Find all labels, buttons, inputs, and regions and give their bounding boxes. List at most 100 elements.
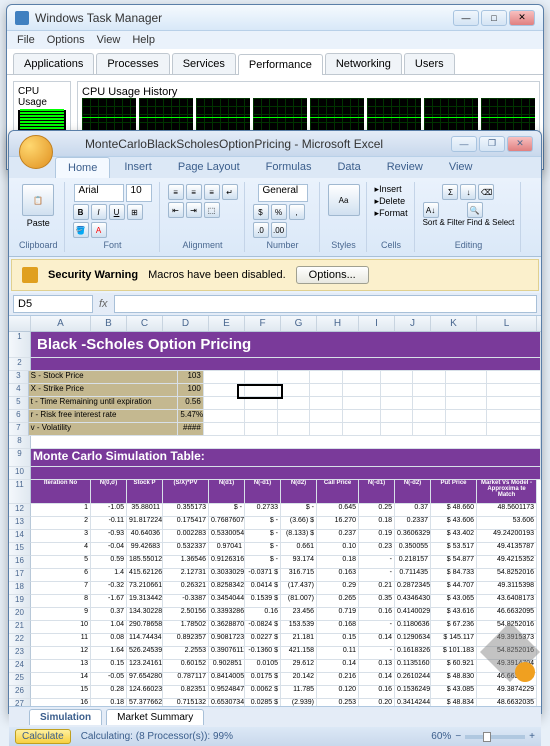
align-left-button[interactable]: ≡ (168, 184, 184, 200)
cell[interactable]: $ - (281, 504, 317, 517)
menu-view[interactable]: View (97, 34, 121, 46)
cell[interactable]: $ 53.517 (431, 543, 477, 556)
cell[interactable]: N(-d2) (395, 480, 431, 504)
cell[interactable]: N(d1) (209, 480, 245, 504)
underline-button[interactable]: U (109, 204, 125, 220)
ribbon-tab-view[interactable]: View (437, 157, 485, 178)
cell[interactable]: 97.654280 (127, 673, 163, 686)
cell[interactable]: 0.4346430 (395, 595, 431, 608)
cell[interactable]: 0.18 (317, 556, 359, 569)
cell[interactable] (310, 371, 343, 384)
cell[interactable]: 0.168 (317, 621, 359, 634)
cell[interactable] (310, 384, 343, 397)
cell[interactable]: 0.14 (359, 673, 395, 686)
cell[interactable]: 0.11 (317, 647, 359, 660)
cell[interactable]: 0.787117 (163, 673, 209, 686)
cell[interactable]: $ - (245, 543, 281, 556)
cell[interactable]: $ - (245, 517, 281, 530)
ribbon-tab-pagelayout[interactable]: Page Layout (166, 157, 252, 178)
cell[interactable]: 0.16 (359, 686, 395, 699)
cell[interactable]: 11 (31, 634, 91, 647)
cell[interactable] (310, 397, 343, 410)
autosum-button[interactable]: Σ (442, 184, 458, 200)
cell[interactable]: 0.23 (359, 543, 395, 556)
cell[interactable]: -0.05 (91, 673, 127, 686)
cell[interactable]: 0.53300549 (209, 530, 245, 543)
italic-button[interactable]: I (91, 204, 107, 220)
cell[interactable]: -0.11 (91, 517, 127, 530)
cell[interactable] (487, 397, 541, 410)
cell[interactable]: N(-d1) (245, 480, 281, 504)
cell[interactable]: 16.270 (317, 517, 359, 530)
cell[interactable]: r - Risk free interest rate (29, 410, 179, 423)
cell[interactable]: 57.377662 (127, 699, 163, 706)
cell[interactable]: 0.26321 (163, 582, 209, 595)
close-button[interactable]: ✕ (507, 136, 533, 152)
cell[interactable]: 5 (31, 556, 91, 569)
cell[interactable]: 0.237 (317, 530, 359, 543)
tab-applications[interactable]: Applications (13, 53, 94, 74)
bold-button[interactable]: B (73, 204, 89, 220)
cell[interactable] (204, 410, 245, 423)
security-options-button[interactable]: Options... (296, 266, 369, 284)
delete-button[interactable]: ▸Delete (375, 196, 408, 207)
restore-button[interactable]: ❐ (479, 136, 505, 152)
row-header[interactable]: 10 (9, 467, 31, 480)
cell[interactable]: 0.18 (91, 699, 127, 706)
cell[interactable]: 15 (31, 686, 91, 699)
cell[interactable]: 2.50156 (163, 608, 209, 621)
ribbon-tab-insert[interactable]: Insert (112, 157, 164, 178)
cell[interactable] (343, 384, 381, 397)
cell[interactable]: 134.30228 (127, 608, 163, 621)
cell[interactable] (278, 410, 311, 423)
cell[interactable]: 0.36288701 (209, 621, 245, 634)
cell[interactable] (278, 423, 311, 436)
cell[interactable]: (81.007) (281, 595, 317, 608)
cell[interactable]: 0.711435 (395, 569, 431, 582)
zoom-in-button[interactable]: + (529, 731, 535, 742)
row-header[interactable]: 4 (9, 384, 29, 397)
menu-help[interactable]: Help (132, 34, 155, 46)
cell[interactable]: 0.0227 $ (245, 634, 281, 647)
cell[interactable]: $ 43.065 (431, 595, 477, 608)
cell[interactable]: 0.902851 (209, 660, 245, 673)
cell[interactable]: 0.1135160 (395, 660, 431, 673)
cell[interactable]: 0.719 (317, 608, 359, 621)
cell[interactable]: $ 54.877 (431, 556, 477, 569)
cell[interactable] (278, 371, 311, 384)
row-header[interactable]: 2 (9, 358, 31, 371)
cell[interactable]: 421.158 (281, 647, 317, 660)
cell[interactable]: (8.133) $ (281, 530, 317, 543)
cell[interactable]: 185.55012 (127, 556, 163, 569)
cell[interactable]: 0.16 (359, 608, 395, 621)
cell[interactable]: 48.6632035 (477, 699, 537, 706)
cell[interactable]: 0.15 (317, 634, 359, 647)
cell[interactable]: -0.32 (91, 582, 127, 595)
zoom-slider[interactable] (465, 735, 525, 739)
col-header-C[interactable]: C (127, 316, 163, 331)
cell[interactable]: 0.59 (91, 556, 127, 569)
close-button[interactable]: ✕ (509, 10, 535, 26)
cell[interactable] (446, 384, 487, 397)
col-header-A[interactable]: A (31, 316, 91, 331)
cell[interactable]: 5.47% (178, 410, 203, 423)
wrap-text-button[interactable]: ↵ (222, 184, 238, 200)
row-header[interactable]: 27 (9, 699, 31, 706)
cell[interactable]: 1.64 (91, 647, 127, 660)
cell[interactable] (446, 423, 487, 436)
cell[interactable]: 14 (31, 673, 91, 686)
minimize-button[interactable]: — (451, 136, 477, 152)
cell[interactable] (446, 397, 487, 410)
ribbon-tab-formulas[interactable]: Formulas (254, 157, 324, 178)
col-header-K[interactable]: K (431, 316, 477, 331)
cell[interactable]: 0.95248474 (209, 686, 245, 699)
cell[interactable]: $ 48.834 (431, 699, 477, 706)
cell[interactable]: 415.62126 (127, 569, 163, 582)
cell[interactable]: 0.16 (245, 608, 281, 621)
cell[interactable]: 6 (31, 569, 91, 582)
cell[interactable] (413, 371, 446, 384)
cell[interactable]: 8 (31, 595, 91, 608)
cell[interactable]: (3.66) $ (281, 517, 317, 530)
cell[interactable]: 99.42683 (127, 543, 163, 556)
col-header-G[interactable]: G (281, 316, 317, 331)
